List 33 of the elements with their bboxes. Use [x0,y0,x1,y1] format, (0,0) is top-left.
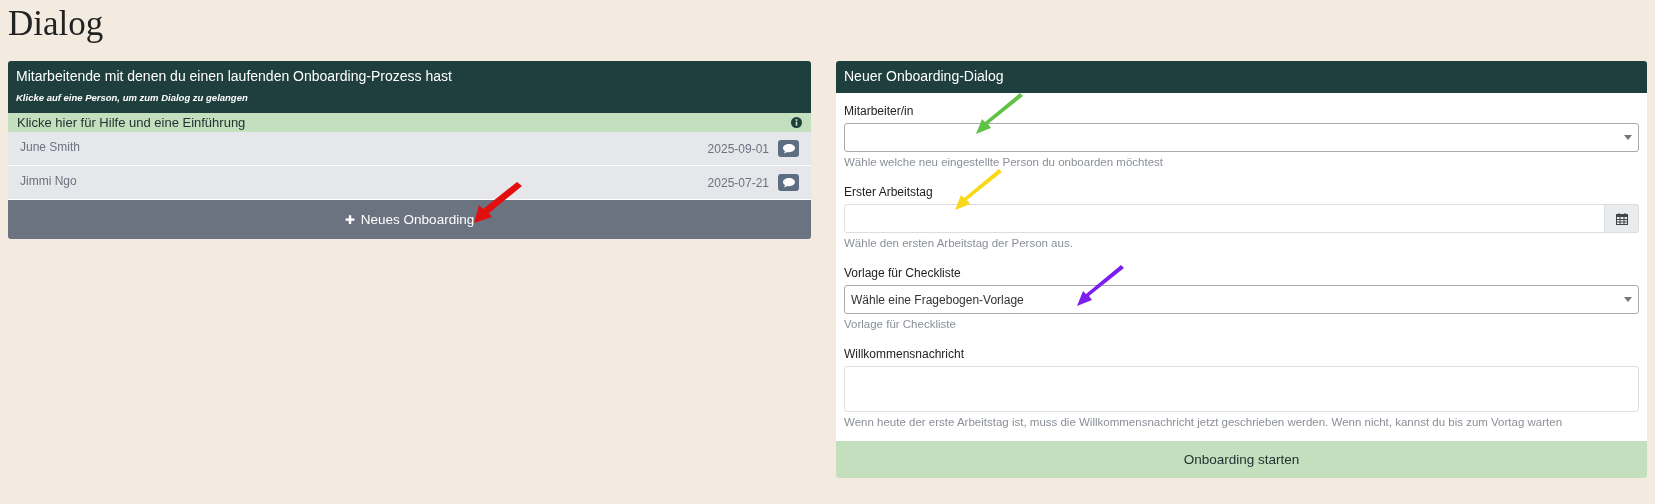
field-help: Wähle den ersten Arbeitstag der Person aus. [844,236,1074,250]
info-icon [791,117,802,128]
date-field[interactable] [844,204,1605,233]
field-label: Mitarbeiter/in [844,104,915,118]
start-onboarding-button[interactable]: Onboarding starten [836,441,1647,478]
page-title: Dialog [8,3,105,45]
chat-button[interactable] [778,174,799,191]
chat-button[interactable] [778,140,799,157]
start-date: 2025-07-21 [707,175,769,190]
panel-title: Neuer Onboarding-Dialog [844,68,1005,84]
panel-title: Mitarbeitende mit denen du einen laufenden Onboarding-Prozess hast [16,68,453,84]
speech-bubble-icon [782,177,795,188]
calendar-button[interactable] [1605,204,1639,233]
calendar-icon [1615,212,1628,225]
help-link[interactable]: Klicke hier für Hilfe und eine Einführung [8,113,811,132]
caret-icon [1624,135,1632,140]
select-field[interactable]: Wähle eine Fragebogen-Vorlage [844,285,1639,314]
field-label: Vorlage für Checkliste [844,266,962,280]
field-label: Willkommensnachricht [844,347,966,361]
panel-subtitle: Klicke auf eine Person, um zum Dialog zu gelangen [16,92,249,103]
speech-bubble-icon [782,143,795,154]
new-onboarding-button[interactable]: ✚ Neues Onboarding [8,200,811,239]
field-help: Vorlage für Checkliste [844,317,957,331]
employee-name: Jimmi Ngo [20,174,77,188]
field-label: Erster Arbeitstag [844,185,934,199]
caret-icon [1624,297,1632,302]
select-value: Wähle eine Fragebogen-Vorlage [851,292,1024,307]
start-date: 2025-09-01 [707,141,769,156]
employee-row[interactable]: June Smith 2025-09-01 [8,132,811,166]
employee-name: June Smith [20,140,81,154]
field-help: Wähle welche neu eingestellte Person du onboarden möchtest [844,155,1164,169]
select-field[interactable] [844,123,1639,152]
field-help: Wenn heute der erste Arbeitstag ist, muss die Willkommensnachricht jetzt geschrieben werden. Wenn nicht, kannst du bis zum Vortag warten [844,415,1564,429]
